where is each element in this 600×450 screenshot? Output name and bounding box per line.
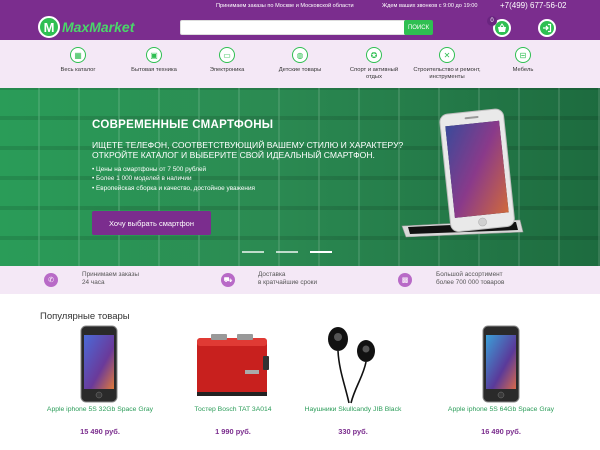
login-icon bbox=[543, 23, 552, 33]
category-all-catalog[interactable]: ▦ Весь каталог bbox=[46, 47, 110, 74]
slider-dot-1[interactable] bbox=[242, 251, 264, 253]
product-price-toaster: 1 990 руб. bbox=[215, 427, 251, 436]
logo-mark-icon: M bbox=[38, 16, 60, 38]
category-appliances[interactable]: ▣ Бытовая техника bbox=[122, 47, 186, 74]
search-input[interactable] bbox=[180, 20, 406, 35]
hero-bullet: • Цены на смартфоны от 7 500 рублей bbox=[92, 166, 207, 173]
product-price-iphone-64: 16 490 руб. bbox=[481, 427, 521, 436]
smartphone-image bbox=[401, 108, 524, 238]
logo-text: MaxMarket bbox=[62, 19, 135, 35]
hero-bullets: • Цены на смартфоны от 7 500 рублей • Бо… bbox=[92, 165, 255, 193]
tv-icon: ▭ bbox=[219, 47, 235, 63]
hero-title: СОВРЕМЕННЫЕ СМАРТФОНЫ bbox=[92, 119, 274, 131]
hero-bullet: • Более 1 000 моделей в наличии bbox=[92, 175, 192, 183]
product-image-iphone-32[interactable] bbox=[80, 325, 118, 403]
orders-info: Принимаем заказы по Москве и Московской … bbox=[216, 3, 354, 9]
product-price-headphones: 330 руб. bbox=[338, 427, 368, 436]
truck-icon: ⛟ bbox=[221, 273, 235, 287]
category-electronics[interactable]: ▭ Электроника bbox=[195, 47, 259, 74]
logo[interactable]: M MaxMarket bbox=[38, 16, 134, 38]
hero-subtitle: ИЩЕТЕ ТЕЛЕФОН, СООТВЕТСТВУЮЩИЙ ВАШЕМУ СТ… bbox=[92, 140, 404, 160]
furniture-icon: ⊟ bbox=[515, 47, 531, 63]
basket-icon bbox=[498, 23, 506, 32]
slider-dot-2[interactable] bbox=[276, 251, 298, 253]
cart-count-badge: 0 bbox=[487, 16, 497, 26]
gift-icon: ▩ bbox=[398, 273, 412, 287]
catalog-icon: ▦ bbox=[70, 47, 86, 63]
kids-icon: ◍ bbox=[292, 47, 308, 63]
calls-info: Ждем ваших звонков с 9:00 до 19:00 bbox=[382, 3, 478, 9]
product-image-headphones[interactable] bbox=[325, 325, 381, 405]
section-title: Популярные товары bbox=[40, 311, 130, 322]
product-price-iphone-32: 15 490 руб. bbox=[80, 427, 120, 436]
slider-dot-3[interactable] bbox=[310, 251, 332, 253]
choose-smartphone-button[interactable]: Хочу выбрать смартфон bbox=[92, 211, 211, 235]
category-sport[interactable]: ✪ Спорт и активный отдых bbox=[342, 47, 406, 81]
product-name-iphone-32[interactable]: Apple iphone 5S 32Gb Space Gray bbox=[35, 406, 165, 413]
phone-icon: ✆ bbox=[44, 273, 58, 287]
category-construction[interactable]: ✕ Строительство и ремонт, инструменты bbox=[408, 47, 486, 81]
product-image-iphone-64[interactable] bbox=[482, 325, 520, 403]
appliance-icon: ▣ bbox=[146, 47, 162, 63]
login-button[interactable] bbox=[538, 19, 556, 37]
product-name-toaster[interactable]: Тостер Bosch TAT 3A014 bbox=[168, 406, 298, 413]
feature-assortment: Большой ассортимент более 700 000 товаро… bbox=[436, 271, 505, 287]
category-furniture[interactable]: ⊟ Мебель bbox=[491, 47, 555, 74]
feature-orders: Принимаем заказы 24 часа bbox=[82, 271, 139, 287]
product-name-iphone-64[interactable]: Apple iphone 5S 64Gb Space Gray bbox=[436, 406, 566, 413]
product-name-headphones[interactable]: Наушники Skullcandy JIB Black bbox=[288, 406, 418, 413]
search-button[interactable]: ПОИСК bbox=[404, 20, 433, 35]
product-image-toaster[interactable] bbox=[193, 330, 273, 400]
feature-delivery: Доставка в кратчайшие сроки bbox=[258, 271, 318, 287]
phone-number[interactable]: +7(499) 677-56-02 bbox=[500, 1, 567, 10]
category-kids[interactable]: ◍ Детские товары bbox=[268, 47, 332, 74]
tools-icon: ✕ bbox=[439, 47, 455, 63]
ball-icon: ✪ bbox=[366, 47, 382, 63]
hero-bullet: • Европейская сборка и качество, достойн… bbox=[92, 184, 255, 192]
